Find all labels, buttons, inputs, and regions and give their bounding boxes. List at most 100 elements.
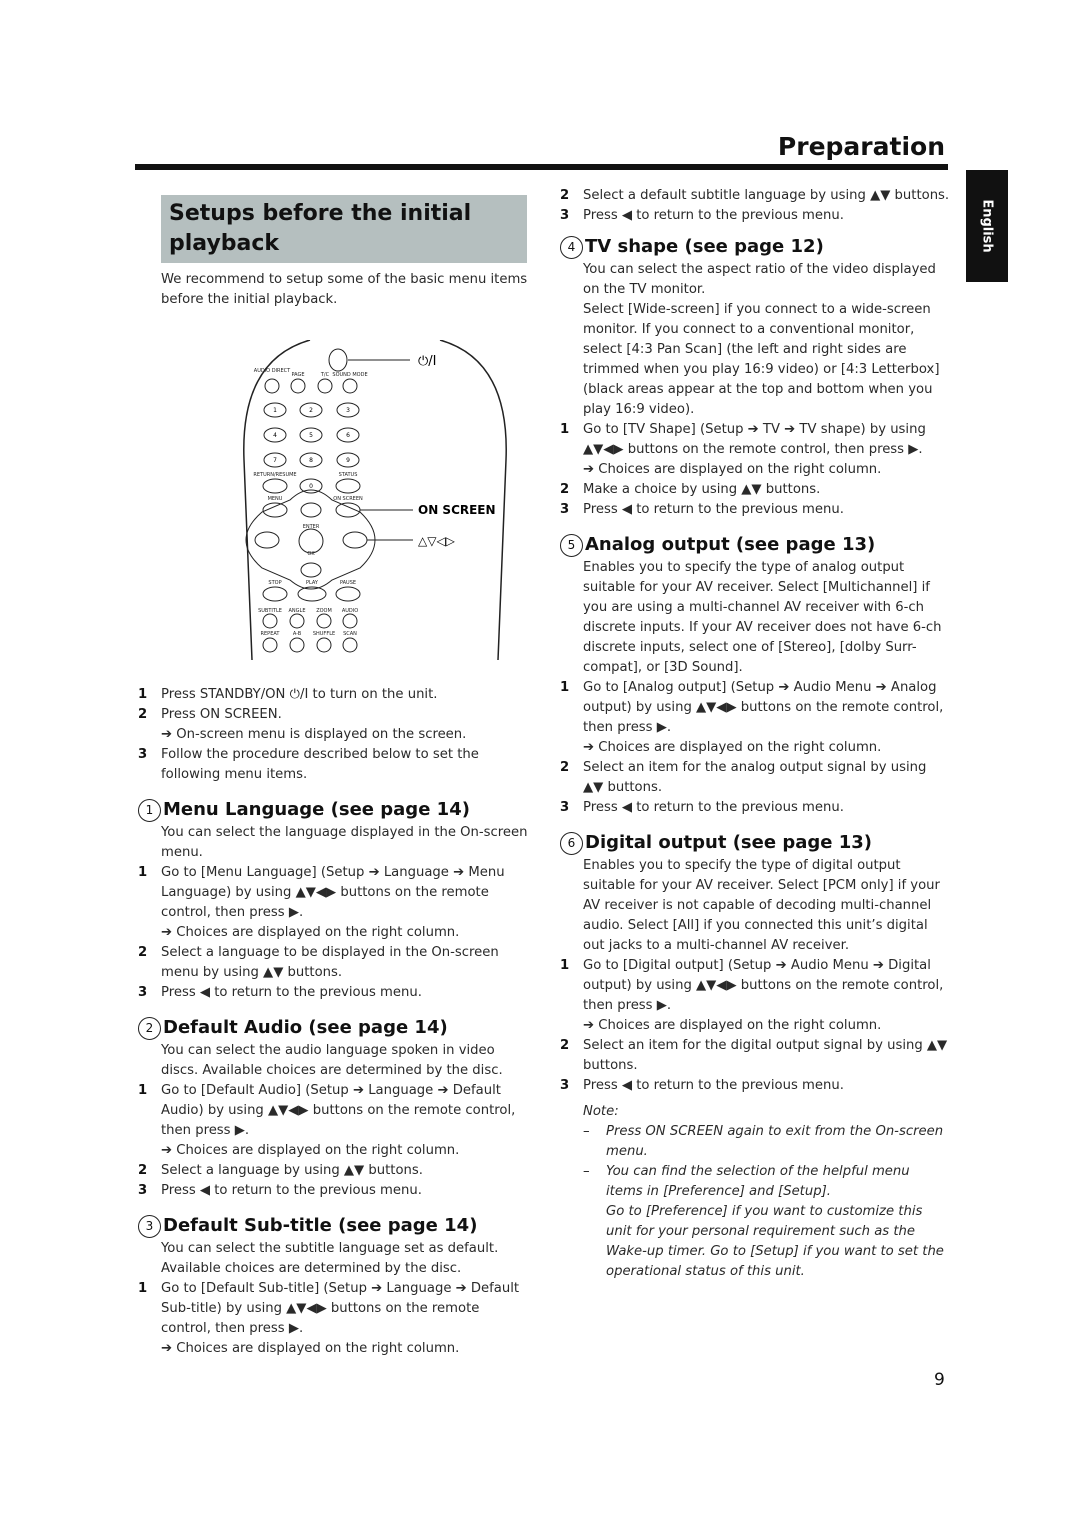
note-item: – You can find the selection of the helpf…: [583, 1164, 910, 1199]
step-number: 2: [560, 188, 570, 203]
step-result: ➔ On-screen menu is displayed on the scr…: [161, 727, 467, 742]
step-number: 3: [560, 800, 570, 815]
step-number: 2: [560, 1038, 570, 1053]
step-text: Press STANDBY/ON ⏻/I to turn on the unit…: [161, 687, 438, 702]
step-result: ➔ Choices are displayed on the right col…: [583, 462, 882, 477]
step-number: 2: [560, 760, 570, 775]
step-result: ➔ Choices are displayed on the right col…: [583, 1018, 882, 1033]
step-item: 3 Press ◀ to return to the previous menu.: [138, 1181, 528, 1201]
section-heading: 5 Analog output (see page 13): [560, 532, 950, 558]
step-text: Go to [Analog output] (Setup ➔ Audio Men…: [583, 680, 944, 735]
step-number: 3: [138, 985, 148, 1000]
right-column: 2 Select a default subtitle language by u…: [560, 186, 950, 1282]
section-title: Menu Language (see page 14): [163, 799, 470, 820]
step-text: Press ◀ to return to the previous menu.: [161, 1183, 422, 1198]
step-item: 3 Follow the procedure described below to…: [138, 745, 528, 785]
step-text: Press ◀ to return to the previous menu.: [583, 502, 844, 517]
intro-text: We recommend to setup some of the basic …: [161, 272, 528, 307]
step-item: 2 Select a default subtitle language by u…: [560, 186, 950, 206]
step-number: 1: [138, 1083, 148, 1098]
step-result: ➔ Choices are displayed on the right col…: [161, 1143, 460, 1158]
note-block: Note: – Press ON SCREEN again to exit fro…: [583, 1102, 950, 1282]
step-item: 2 Select a language by using ▲▼ buttons.: [138, 1161, 528, 1181]
step-text: Press ◀ to return to the previous menu.: [583, 1078, 844, 1093]
left-column: We recommend to setup some of the basic …: [138, 270, 528, 1359]
note-extra: Go to [Preference] if you want to custom…: [606, 1204, 944, 1279]
step-item: 3 Press ◀ to return to the previous menu.: [560, 206, 950, 226]
section-title: Digital output (see page 13): [585, 832, 872, 853]
page-title-box: Setups before the initial playback: [161, 195, 527, 263]
step-item: 2 Select an item for the analog output si…: [560, 758, 950, 798]
section-digital-output: 6 Digital output (see page 13) Enables you…: [560, 830, 950, 1096]
step-text: Go to [TV Shape] (Setup ➔ TV ➔ TV shape)…: [583, 422, 926, 457]
circled-number-icon: 4: [560, 235, 583, 259]
note-item: – Press ON SCREEN again to exit from the …: [583, 1124, 944, 1159]
step-number: 2: [138, 707, 148, 722]
step-item: 1 Press STANDBY/ON ⏻/I to turn on the uni…: [138, 685, 528, 705]
page-title: Setups before the initial playback: [169, 201, 472, 256]
step-item: 2 Press ON SCREEN.: [138, 705, 528, 725]
page-number: 9: [934, 1370, 945, 1390]
circled-number-icon: 3: [138, 1214, 161, 1238]
section-heading: 3 Default Sub-title (see page 14): [138, 1213, 528, 1239]
circled-number-icon: 2: [138, 1016, 161, 1040]
step-number: 3: [138, 747, 148, 762]
step-number: 3: [560, 1078, 570, 1093]
step-item: 1 Go to [Menu Language] (Setup ➔ Language…: [138, 863, 528, 923]
step-item: 1 Go to [Default Sub-title] (Setup ➔ Lang…: [138, 1279, 528, 1339]
section-description: You can select the audio language spoken…: [161, 1043, 503, 1078]
step-text: Press ON SCREEN.: [161, 707, 282, 722]
step-number: 2: [138, 1163, 148, 1178]
step-number: 1: [138, 687, 148, 702]
step-item: 2 Make a choice by using ▲▼ buttons.: [560, 480, 950, 500]
step-number: 3: [138, 1183, 148, 1198]
step-number: 2: [138, 945, 148, 960]
section-description: Enables you to specify the type of digit…: [583, 858, 940, 953]
step-text: Press ◀ to return to the previous menu.: [161, 985, 422, 1000]
language-tab-label: English: [979, 199, 995, 253]
section-analog-output: 5 Analog output (see page 13) Enables you …: [560, 532, 950, 818]
step-text: Go to [Default Audio] (Setup ➔ Language …: [161, 1083, 516, 1138]
section-menu-language: 1 Menu Language (see page 14) You can sele…: [138, 797, 528, 1003]
step-number: 1: [560, 422, 570, 437]
step-item: 3 Press ◀ to return to the previous menu.: [560, 500, 950, 520]
step-number: 1: [560, 958, 570, 973]
step-item: 3 Press ◀ to return to the previous menu.: [560, 798, 950, 818]
step-text: Go to [Menu Language] (Setup ➔ Language …: [161, 865, 505, 920]
step-text: Press ◀ to return to the previous menu.: [583, 208, 844, 223]
step-text: Select a default subtitle language by us…: [583, 188, 950, 203]
step-text: Select an item for the analog output sig…: [583, 760, 927, 795]
step-item: 1 Go to [TV Shape] (Setup ➔ TV ➔ TV shape…: [560, 420, 950, 460]
step-result: ➔ Choices are displayed on the right col…: [161, 925, 460, 940]
section-title: Preparation: [777, 132, 945, 161]
section-description: You can select the aspect ratio of the v…: [583, 262, 936, 297]
language-tab: English: [966, 170, 1008, 282]
section-description: You can select the subtitle language set…: [161, 1241, 499, 1276]
section-default-subtitle-continued: 2 Select a default subtitle language by u…: [560, 186, 950, 226]
section-description-2: Select [Wide-screen] if you connect to a…: [583, 302, 940, 417]
step-item: 2 Select an item for the digital output s…: [560, 1036, 950, 1076]
section-description: Enables you to specify the type of analo…: [583, 560, 942, 675]
section-default-subtitle: 3 Default Sub-title (see page 14) You can …: [138, 1213, 528, 1359]
step-number: 1: [138, 1281, 148, 1296]
step-text: Select a language to be displayed in the…: [161, 945, 499, 980]
step-item: 3 Press ◀ to return to the previous menu.: [560, 1076, 950, 1096]
section-heading: 4 TV shape (see page 12): [560, 234, 950, 260]
section-default-audio: 2 Default Audio (see page 14) You can sele…: [138, 1015, 528, 1201]
intro-steps: 1 Press STANDBY/ON ⏻/I to turn on the uni…: [138, 685, 528, 785]
step-item: 2 Select a language to be displayed in th…: [138, 943, 528, 983]
step-result: ➔ Choices are displayed on the right col…: [161, 1341, 460, 1356]
step-text: Go to [Default Sub-title] (Setup ➔ Langu…: [161, 1281, 520, 1336]
step-item: 3 Press ◀ to return to the previous menu.: [138, 983, 528, 1003]
circled-number-icon: 1: [138, 798, 161, 822]
step-text: Select a language by using ▲▼ buttons.: [161, 1163, 423, 1178]
step-text: Go to [Digital output] (Setup ➔ Audio Me…: [583, 958, 944, 1013]
circled-number-icon: 5: [560, 533, 583, 557]
section-heading: 1 Menu Language (see page 14): [138, 797, 528, 823]
note-label: Note:: [583, 1104, 619, 1119]
step-number: 2: [560, 482, 570, 497]
section-tv-shape: 4 TV shape (see page 12) You can select th…: [560, 234, 950, 520]
step-item: 1 Go to [Analog output] (Setup ➔ Audio Me…: [560, 678, 950, 738]
step-number: 1: [138, 865, 148, 880]
step-number: 1: [560, 680, 570, 695]
